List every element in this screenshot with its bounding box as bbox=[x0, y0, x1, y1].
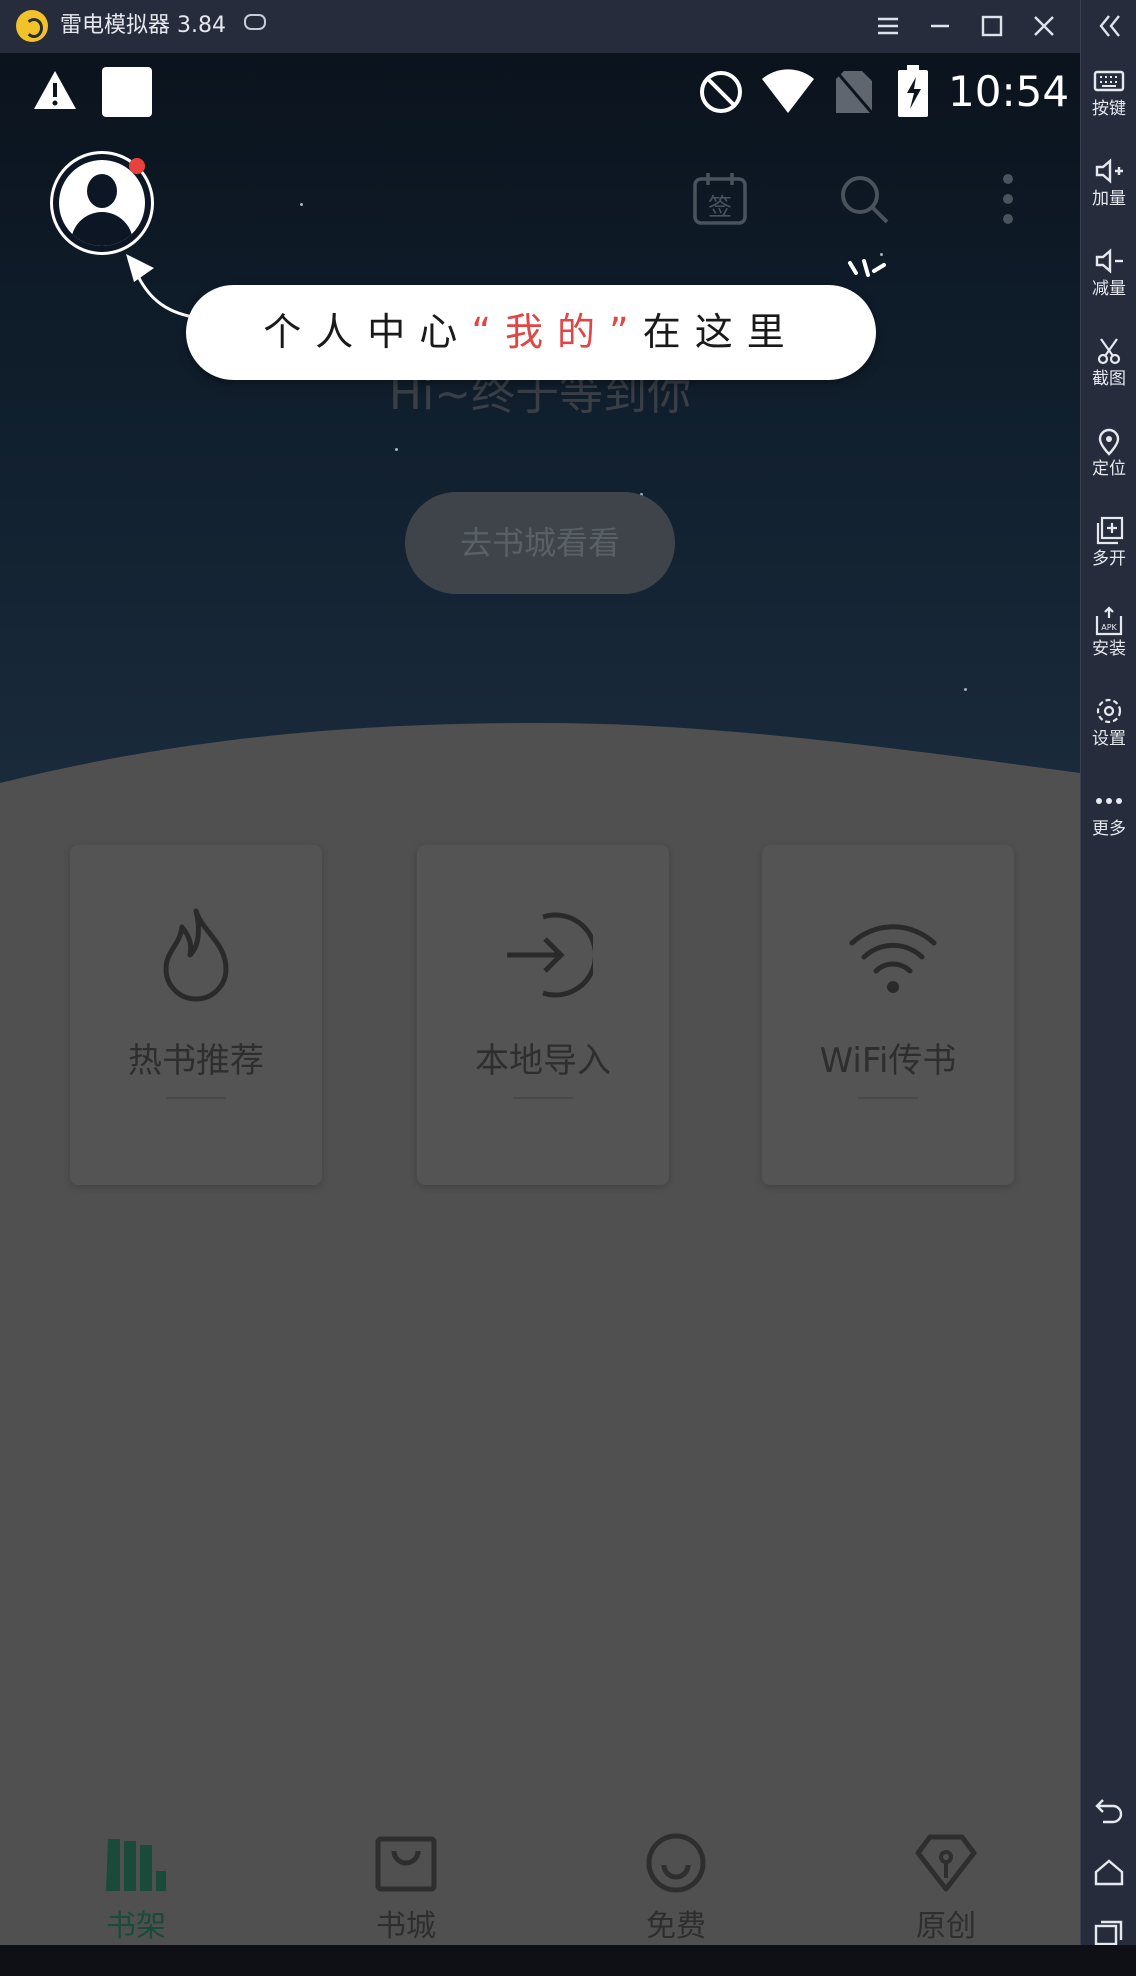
back-icon[interactable] bbox=[1093, 1794, 1125, 1826]
import-arrow-icon bbox=[507, 912, 593, 998]
nav-bookshelf[interactable]: 书架 bbox=[56, 1833, 216, 1945]
host-taskbar bbox=[0, 1945, 1136, 1976]
card-label: 本地导入 bbox=[475, 1041, 611, 1081]
settings-icon bbox=[1096, 698, 1122, 724]
nav-label: 免费 bbox=[646, 1909, 706, 1944]
card-wifi-transfer[interactable]: WiFi传书 bbox=[762, 845, 1014, 1185]
hill-wave bbox=[0, 723, 1080, 853]
volume-up-icon bbox=[1095, 158, 1123, 184]
recents-icon[interactable] bbox=[1093, 1916, 1125, 1948]
sidebar-item-label: 设置 bbox=[1092, 729, 1126, 749]
sidebar-item-more[interactable]: 更多 bbox=[1081, 786, 1136, 866]
gamepad-icon[interactable] bbox=[244, 14, 266, 30]
maximize-button[interactable] bbox=[972, 8, 1012, 44]
tooltip-text: 个人中心“我的”在这里 bbox=[186, 285, 876, 380]
home-icon[interactable] bbox=[1093, 1856, 1125, 1888]
minimize-button[interactable] bbox=[920, 8, 960, 44]
overflow-menu-icon[interactable] bbox=[990, 171, 1026, 227]
android-screen: 10:54 签 Hi~终于等到你 去书城看看 个人中心“我的”在这里 热书推荐 … bbox=[0, 53, 1080, 1945]
keyboard-icon bbox=[1093, 70, 1125, 92]
close-button[interactable] bbox=[1024, 8, 1064, 44]
user-body bbox=[71, 212, 133, 246]
title-bar: 雷电模拟器 3.84 bbox=[0, 0, 1080, 53]
card-underline bbox=[166, 1097, 226, 1099]
volume-down-icon bbox=[1095, 248, 1123, 274]
sidebar-item-volume-up[interactable]: 加量 bbox=[1081, 156, 1136, 236]
notification-dot bbox=[129, 158, 145, 174]
sidebar-item-label: 减量 bbox=[1092, 279, 1126, 299]
star bbox=[880, 253, 883, 256]
tooltip-bubble[interactable]: 个人中心“我的”在这里 bbox=[186, 285, 876, 380]
sidebar-item-screenshot[interactable]: 截图 bbox=[1081, 336, 1136, 416]
flame-icon bbox=[163, 908, 229, 1002]
nav-label: 书城 bbox=[376, 1909, 436, 1944]
wifi-icon bbox=[762, 69, 814, 113]
sidebar-item-label: 截图 bbox=[1092, 369, 1126, 389]
nav-label: 原创 bbox=[916, 1909, 976, 1944]
avatar[interactable] bbox=[50, 151, 154, 255]
tooltip-prefix: 个人中心 bbox=[263, 310, 472, 354]
menu-icon bbox=[878, 17, 898, 35]
sidebar-item-label: 安装 bbox=[1092, 639, 1126, 659]
sidebar-item-label: 多开 bbox=[1092, 549, 1126, 569]
card-local-import[interactable]: 本地导入 bbox=[417, 845, 669, 1185]
sidebar-item-multi-open[interactable]: 多开 bbox=[1081, 516, 1136, 596]
wifi-transfer-icon bbox=[849, 924, 937, 993]
sign-label: 签 bbox=[708, 193, 732, 221]
nav-bookstore[interactable]: 书城 bbox=[326, 1833, 486, 1945]
smile-icon bbox=[646, 1833, 706, 1893]
window-title: 雷电模拟器 3.84 bbox=[60, 13, 226, 38]
card-underline bbox=[513, 1097, 573, 1099]
shopping-bag-icon bbox=[375, 1836, 437, 1892]
bookshelf-icon bbox=[106, 1839, 166, 1891]
battery-charging-icon bbox=[898, 65, 928, 117]
scissors-icon bbox=[1097, 338, 1121, 365]
card-label: 热书推荐 bbox=[128, 1041, 264, 1081]
no-sim-icon bbox=[834, 70, 874, 114]
more-dots-icon bbox=[1096, 798, 1122, 804]
sidebar-item-volume-down[interactable]: 减量 bbox=[1081, 246, 1136, 326]
card-hot-books[interactable]: 热书推荐 bbox=[70, 845, 322, 1185]
star bbox=[300, 203, 303, 206]
bottom-navigation: 书架 书城 免费 原创 bbox=[0, 1833, 1080, 1945]
minimize-icon bbox=[931, 24, 949, 28]
status-bar: 10:54 bbox=[0, 53, 1080, 133]
nav-original[interactable]: 原创 bbox=[866, 1833, 1026, 1945]
sidebar-item-label: 按键 bbox=[1092, 99, 1126, 119]
status-time: 10:54 bbox=[948, 67, 1070, 116]
menu-button[interactable] bbox=[868, 8, 908, 44]
sidebar-item-settings[interactable]: 设置 bbox=[1081, 696, 1136, 776]
apk-install-icon: APK bbox=[1095, 606, 1123, 636]
pen-nib-icon bbox=[915, 1834, 977, 1892]
nav-free[interactable]: 免费 bbox=[596, 1833, 756, 1945]
sidebar-item-label: 加量 bbox=[1092, 189, 1126, 209]
nav-label: 书架 bbox=[106, 1909, 166, 1944]
sidebar-item-label: 定位 bbox=[1092, 459, 1126, 479]
sidebar-item-location[interactable]: 定位 bbox=[1081, 426, 1136, 506]
tooltip-suffix: 在这里 bbox=[642, 310, 799, 354]
tooltip-highlight: “我的” bbox=[471, 310, 643, 354]
star bbox=[395, 448, 398, 451]
sign-in-button[interactable]: 签 bbox=[692, 171, 748, 227]
maximize-icon bbox=[981, 15, 1003, 37]
emulator-logo-icon bbox=[16, 10, 48, 42]
card-label: WiFi传书 bbox=[819, 1041, 957, 1081]
sidebar-item-label: 更多 bbox=[1092, 819, 1126, 839]
go-to-store-button[interactable]: 去书城看看 bbox=[405, 492, 675, 594]
sidebar-item-install[interactable]: APK 安装 bbox=[1081, 606, 1136, 686]
svg-text:APK: APK bbox=[1101, 623, 1117, 632]
emulator-window: 雷电模拟器 3.84 按键 加量 减量 截图 定位 多开 APK 安装 设置 更… bbox=[0, 0, 1136, 1976]
emulator-side-toolbar: 按键 加量 减量 截图 定位 多开 APK 安装 设置 更多 bbox=[1080, 0, 1136, 1976]
warning-icon bbox=[34, 71, 76, 109]
card-underline bbox=[858, 1097, 918, 1099]
user-head bbox=[87, 174, 117, 208]
sidebar-item-keys[interactable]: 按键 bbox=[1081, 66, 1136, 146]
location-icon bbox=[1098, 428, 1120, 456]
search-icon[interactable] bbox=[836, 171, 892, 227]
collapse-icon bbox=[1099, 15, 1120, 37]
close-icon bbox=[1034, 16, 1054, 36]
do-not-disturb-icon bbox=[700, 71, 742, 113]
notification-square-icon bbox=[102, 67, 152, 117]
multi-open-icon bbox=[1096, 516, 1124, 545]
